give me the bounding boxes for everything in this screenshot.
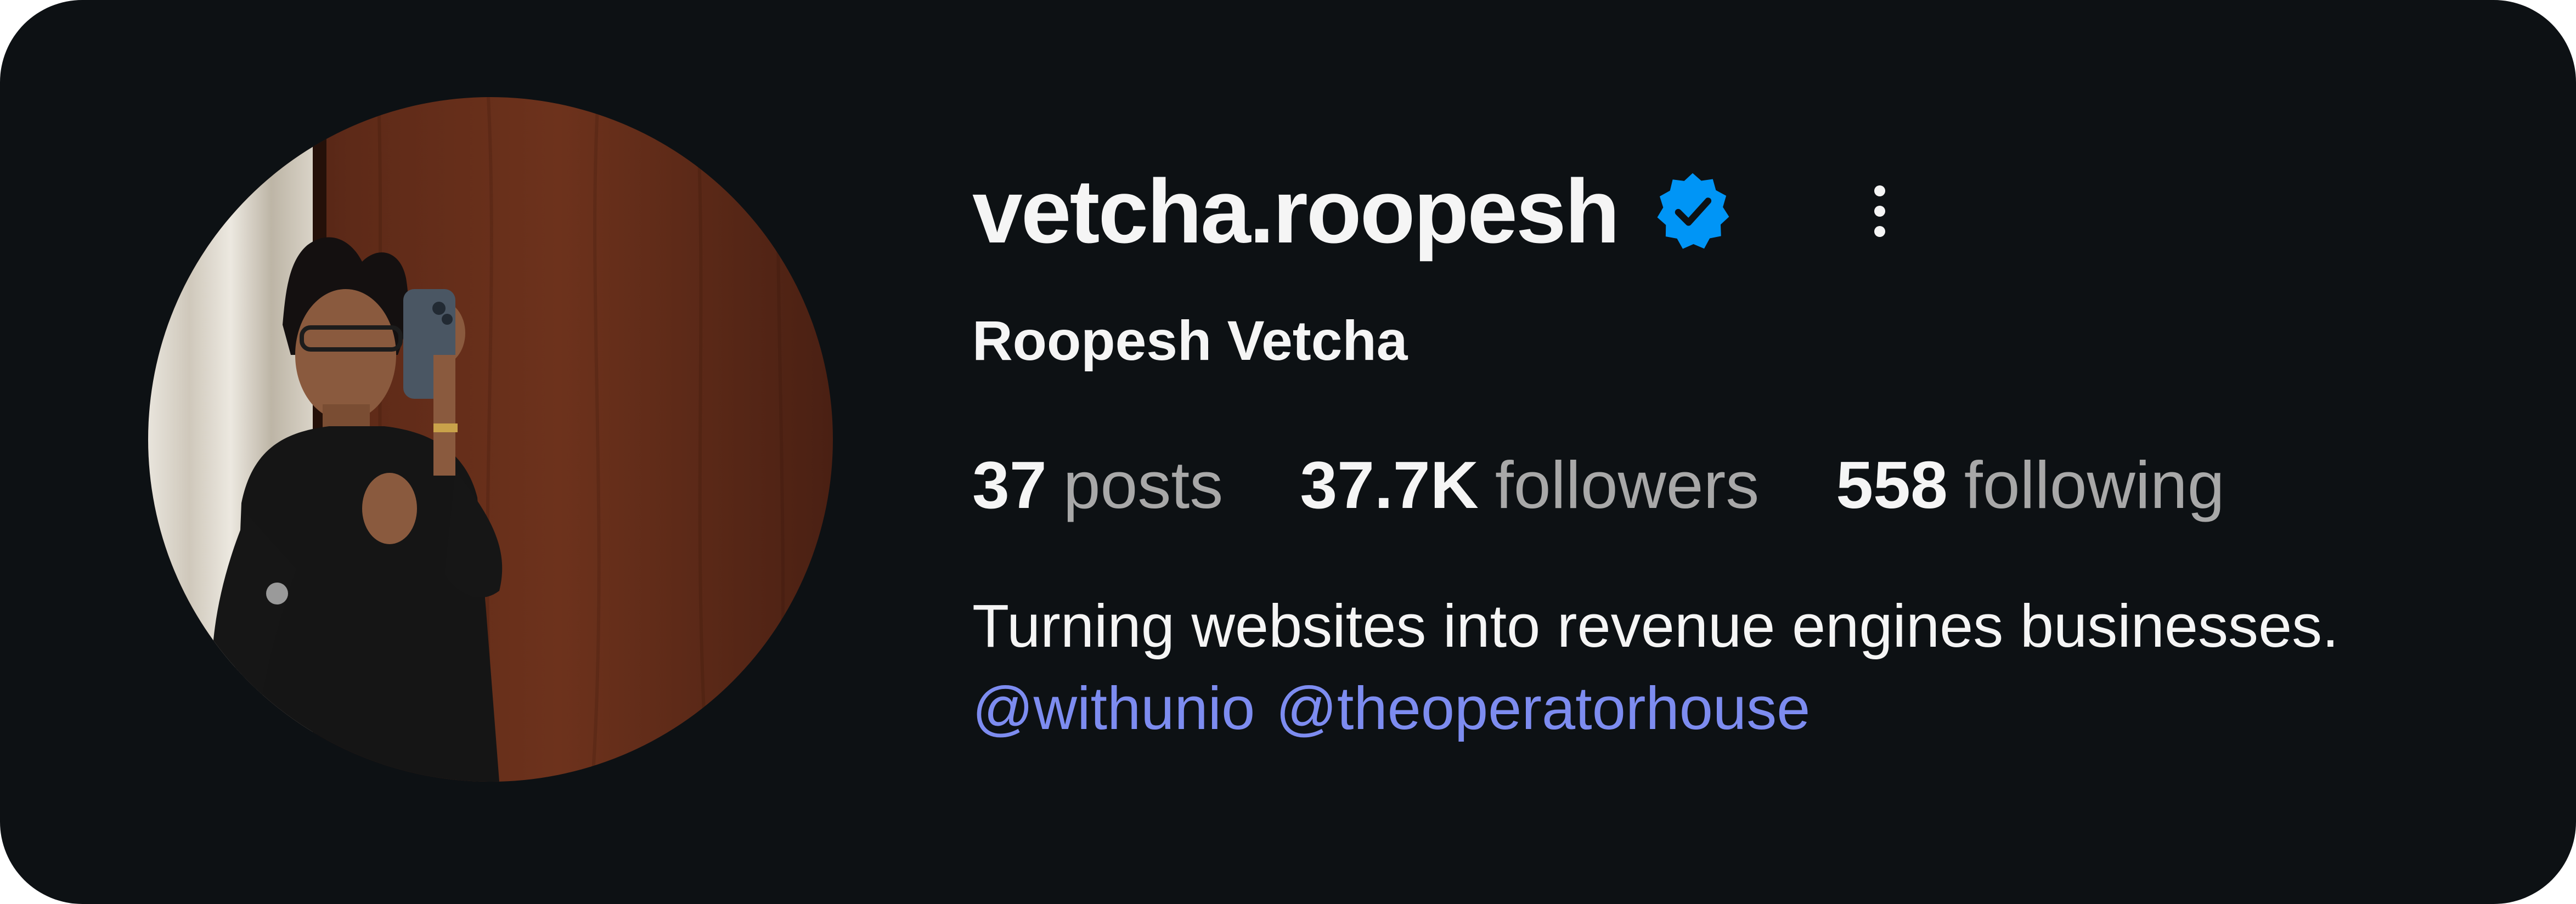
- mention-link-withunio[interactable]: @withunio: [972, 675, 1255, 742]
- stat-posts[interactable]: 37 posts: [972, 451, 1223, 518]
- more-options-button[interactable]: [1863, 178, 1896, 244]
- profile-stats: 37 posts 37.7K followers 558 following: [972, 451, 2225, 518]
- bio-text: Turning websites into revenue engines bu…: [972, 592, 2339, 660]
- bio-mentions: @withunio @theoperatorhouse: [972, 679, 1810, 739]
- posts-label: posts: [1063, 448, 1224, 522]
- profile-card: vetcha.roopesh Roopesh Vetcha 37 posts 37…: [0, 0, 2576, 904]
- following-count: 558: [1836, 448, 1948, 522]
- vertical-ellipsis-icon: [1874, 185, 1885, 237]
- username: vetcha.roopesh: [972, 160, 1620, 262]
- avatar[interactable]: [148, 97, 833, 782]
- followers-label: followers: [1495, 448, 1760, 522]
- verified-badge-icon: [1651, 170, 1734, 252]
- posts-count: 37: [972, 448, 1047, 522]
- mention-link-theoperatorhouse[interactable]: @theoperatorhouse: [1276, 675, 1810, 742]
- profile-photo: [148, 97, 833, 782]
- username-row: vetcha.roopesh: [972, 156, 1734, 266]
- followers-count: 37.7K: [1300, 448, 1479, 522]
- stat-following[interactable]: 558 following: [1836, 451, 2224, 518]
- stat-followers[interactable]: 37.7K followers: [1300, 451, 1759, 518]
- following-label: following: [1964, 448, 2225, 522]
- full-name: Roopesh Vetcha: [972, 309, 1408, 372]
